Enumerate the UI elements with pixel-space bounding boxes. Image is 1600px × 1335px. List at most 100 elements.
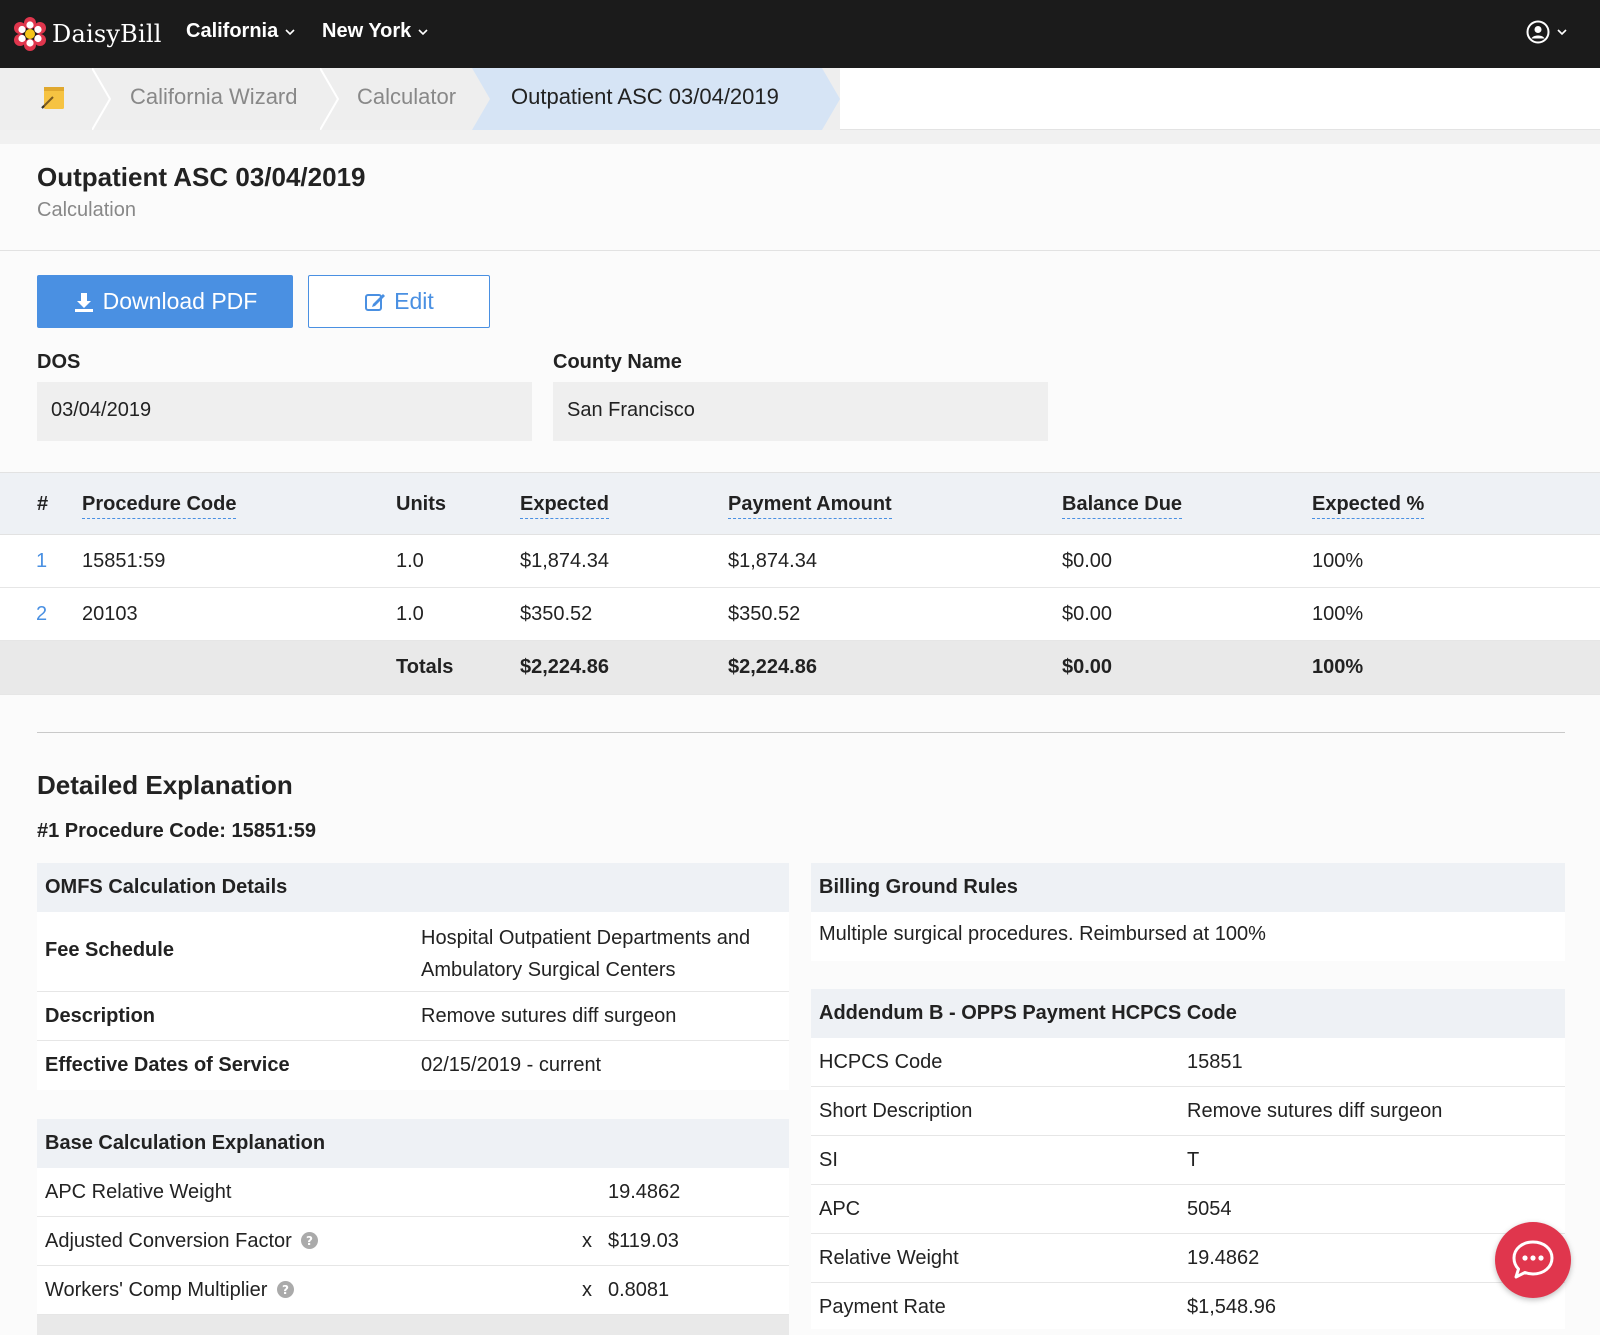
edit-label: Edit	[394, 288, 434, 314]
hcpcs-code-key: HCPCS Code	[819, 1051, 943, 1073]
chat-button[interactable]	[1495, 1222, 1571, 1298]
column-header-expected[interactable]: Expected	[520, 493, 609, 519]
fee-schedule-value-line: Hospital Outpatient Departments and	[421, 927, 751, 949]
procedure-code-cell: 20103	[82, 603, 138, 625]
expected-percent-cell: 100%	[1312, 603, 1364, 625]
nav-dropdown-new-york[interactable]: New York	[322, 20, 429, 43]
fee-schedule-value: Hospital Outpatient Departments and Ambu…	[421, 922, 750, 986]
detailed-explanation-title: Detailed Explanation	[37, 770, 293, 800]
billing-rule-row: Multiple surgical procedures. Reimbursed…	[811, 912, 1565, 961]
download-icon	[74, 292, 93, 312]
omfs-panel-title: OMFS Calculation Details	[37, 863, 789, 912]
si-key: SI	[819, 1149, 838, 1171]
nav-dropdown-california[interactable]: California	[186, 20, 296, 43]
total-balance-due: $0.00	[1062, 656, 1113, 678]
table-row: 1 15851:59 1.0 $1,874.34 $1,874.34 $0.00…	[0, 535, 1600, 588]
download-pdf-label: Download PDF	[102, 288, 258, 314]
row-number-link[interactable]: 1	[36, 550, 47, 573]
county-name-field: San Francisco	[553, 382, 1048, 441]
nav-dropdown-label: New York	[322, 20, 412, 42]
apc-relative-weight-row: APC Relative Weight 19.4862	[37, 1168, 789, 1217]
nav-dropdown-label: California	[186, 20, 279, 42]
edit-button[interactable]: Edit	[308, 275, 490, 328]
procedure-heading: #1 Procedure Code: 15851:59	[37, 820, 317, 842]
adjusted-conversion-factor-key: Adjusted Conversion Factor ?	[45, 1230, 319, 1253]
divider	[37, 732, 1565, 733]
page-subtitle: Calculation	[37, 199, 136, 221]
column-header-balance-due[interactable]: Balance Due	[1062, 493, 1183, 519]
base-calculation-panel: Base Calculation Explanation APC Relativ…	[37, 1119, 789, 1335]
question-circle-icon[interactable]: ?	[301, 1232, 319, 1249]
operator: x	[582, 1230, 592, 1252]
chevron-down-icon	[418, 28, 428, 35]
description-row: Description Remove sutures diff surgeon	[37, 992, 789, 1041]
column-header-expected-percent[interactable]: Expected %	[1312, 493, 1425, 519]
fee-schedule-row: Fee Schedule Hospital Outpatient Departm…	[37, 912, 789, 992]
column-header-procedure-code[interactable]: Procedure Code	[82, 493, 237, 519]
daisy-flower-icon	[14, 17, 46, 51]
omfs-calculation-panel: OMFS Calculation Details Fee Schedule Ho…	[37, 863, 789, 1090]
adjusted-conversion-factor-label: Adjusted Conversion Factor	[45, 1230, 292, 1252]
divider	[0, 250, 1600, 251]
payment-rate-key: Payment Rate	[819, 1296, 946, 1318]
breadcrumb-california-wizard[interactable]: California Wizard	[130, 84, 298, 110]
breadcrumb-separator	[320, 68, 340, 130]
apc-value: 5054	[1187, 1198, 1232, 1220]
adjusted-conversion-factor-row: Adjusted Conversion Factor ? x $119.03	[37, 1217, 789, 1266]
header-shade	[0, 130, 1600, 144]
edit-icon	[365, 293, 386, 311]
operator: x	[582, 1279, 592, 1301]
base-panel-title: Base Calculation Explanation	[37, 1119, 789, 1168]
relative-weight-row: Relative Weight 19.4862	[811, 1234, 1565, 1283]
si-row: SI T	[811, 1136, 1565, 1185]
apc-relative-weight-key: APC Relative Weight	[45, 1181, 232, 1203]
balance-due-cell: $0.00	[1062, 603, 1113, 625]
row-number-link[interactable]: 2	[36, 603, 47, 626]
table-header: # Procedure Code Units Expected Payment …	[0, 472, 1600, 535]
effective-dates-key: Effective Dates of Service	[45, 1054, 290, 1076]
question-circle-icon[interactable]: ?	[276, 1281, 294, 1298]
relative-weight-key: Relative Weight	[819, 1247, 959, 1269]
user-circle-icon	[1526, 20, 1550, 44]
expected-percent-cell: 100%	[1312, 550, 1364, 572]
chevron-down-icon	[1557, 29, 1567, 36]
brand-name: DaisyBill	[52, 20, 162, 48]
balance-due-cell: $0.00	[1062, 550, 1113, 572]
fee-schedule-value-line: Ambulatory Surgical Centers	[421, 959, 676, 981]
hcpcs-code-row: HCPCS Code 15851	[811, 1038, 1565, 1087]
column-header-payment-amount[interactable]: Payment Amount	[728, 493, 892, 519]
expected-cell: $350.52	[520, 603, 593, 625]
units-cell: 1.0	[396, 550, 424, 572]
svg-text:?: ?	[282, 1283, 289, 1297]
adjusted-conversion-factor-value: $119.03	[608, 1230, 679, 1252]
chevron-down-icon	[285, 28, 295, 35]
download-pdf-button[interactable]: Download PDF	[37, 275, 293, 328]
workers-comp-multiplier-value: 0.8081	[608, 1279, 670, 1301]
hcpcs-code-value: 15851	[1187, 1051, 1243, 1073]
svg-text:?: ?	[306, 1234, 313, 1248]
payment-rate-row: Payment Rate $1,548.96	[811, 1283, 1565, 1332]
effective-dates-row: Effective Dates of Service 02/15/2019 - …	[37, 1041, 789, 1090]
workers-comp-multiplier-key: Workers' Comp Multiplier ?	[45, 1279, 294, 1302]
totals-row: Totals $2,224.86 $2,224.86 $0.00 100%	[0, 641, 1600, 695]
user-menu[interactable]	[1526, 20, 1568, 44]
notepad-icon[interactable]	[38, 82, 70, 114]
fee-schedule-key: Fee Schedule	[45, 939, 174, 961]
column-header-units: Units	[396, 493, 446, 515]
description-value: Remove sutures diff surgeon	[421, 1005, 677, 1027]
billing-rule-text: Multiple surgical procedures. Reimbursed…	[819, 923, 1266, 945]
billing-panel-title: Billing Ground Rules	[811, 863, 1565, 912]
payment-rate-value: $1,548.96	[1187, 1296, 1276, 1318]
effective-dates-value: 02/15/2019 - current	[421, 1054, 602, 1076]
expected-cell: $1,874.34	[520, 550, 609, 572]
column-header-number: #	[37, 493, 49, 515]
billing-ground-rules-panel: Billing Ground Rules Multiple surgical p…	[811, 863, 1565, 961]
panel-footer-shade	[37, 1315, 789, 1335]
page-title: Outpatient ASC 03/04/2019	[37, 162, 366, 192]
breadcrumb-calculator[interactable]: Calculator	[357, 84, 456, 110]
payment-amount-cell: $350.52	[728, 603, 801, 625]
workers-comp-multiplier-row: Workers' Comp Multiplier ? x 0.8081	[37, 1266, 789, 1315]
short-description-row: Short Description Remove sutures diff su…	[811, 1087, 1565, 1136]
dos-field: 03/04/2019	[37, 382, 532, 441]
brand-logo[interactable]: DaisyBill	[13, 17, 162, 51]
